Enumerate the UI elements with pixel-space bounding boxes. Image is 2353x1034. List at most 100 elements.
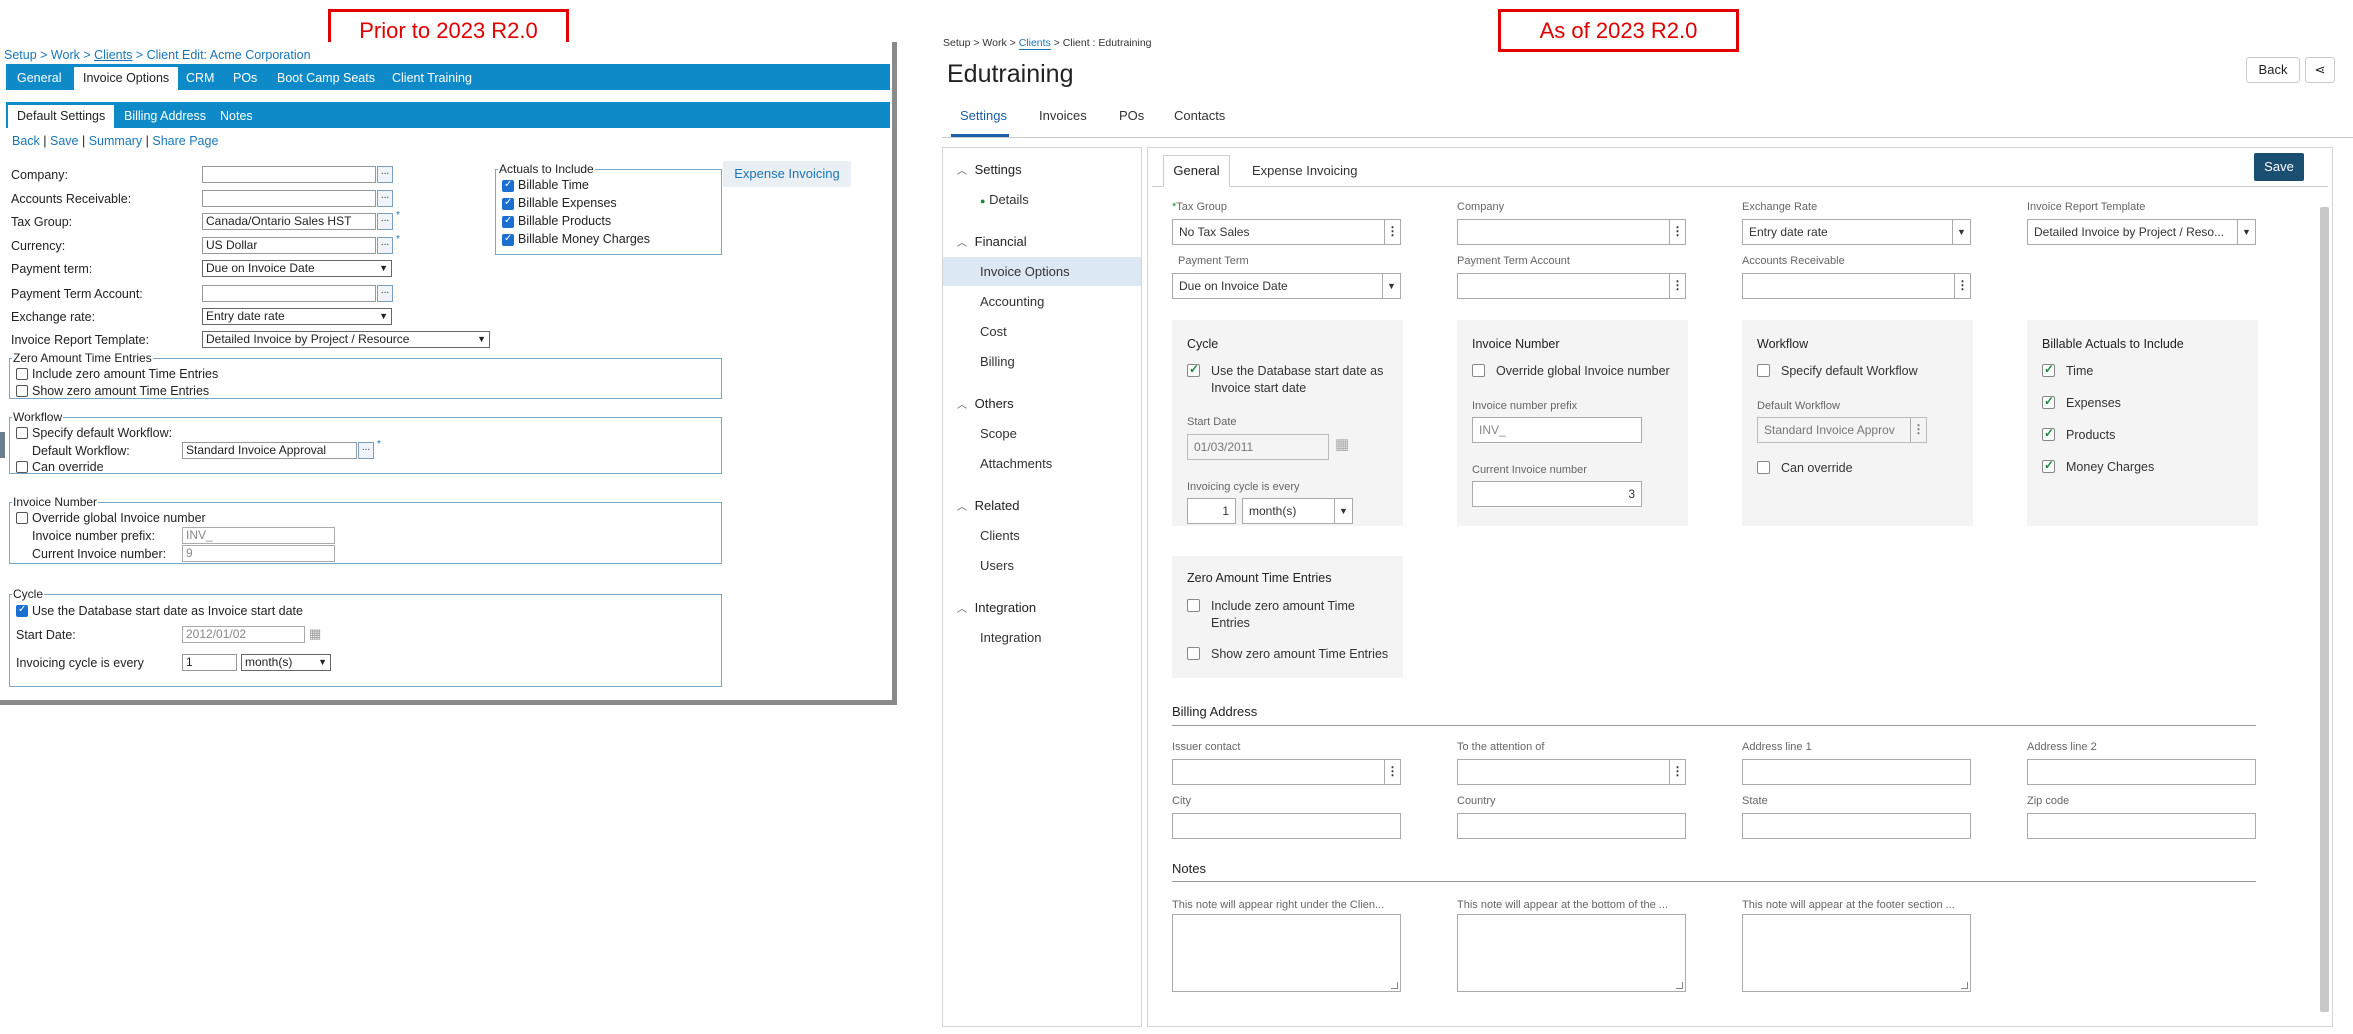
nav-group-related[interactable]: ︿ Related (957, 498, 1019, 513)
tax-group-picker-button[interactable]: ... (377, 213, 393, 230)
subtab-billing-address[interactable]: Billing Address (115, 105, 215, 128)
ar-picker-button[interactable]: ... (377, 190, 393, 207)
current-invoice-input[interactable]: 3 (1472, 481, 1642, 507)
bc-clients-link[interactable]: Clients (1018, 37, 1051, 50)
more-vertical-icon[interactable]: ⋮ (1954, 274, 1970, 298)
cycle-unit-select[interactable]: month(s) ▼ (1242, 498, 1353, 524)
sidebar-item-integration[interactable]: Integration (980, 630, 1041, 645)
billable-expenses-checkbox[interactable] (502, 197, 514, 210)
ar-input[interactable] (202, 190, 376, 207)
show-zero-checkbox[interactable] (16, 385, 28, 397)
payment-term-account-input[interactable]: ⋮ (1457, 273, 1686, 299)
default-workflow-input[interactable]: Standard Invoice Approval (182, 442, 357, 459)
country-input[interactable] (1457, 813, 1686, 839)
payment-term-account-picker-button[interactable]: ... (377, 285, 393, 302)
more-vertical-icon[interactable]: ⋮ (1384, 760, 1400, 784)
tab-boot-camp-seats[interactable]: Boot Camp Seats (268, 67, 384, 90)
company-input[interactable] (202, 166, 376, 183)
subtab-notes[interactable]: Notes (211, 105, 262, 128)
sidebar-item-scope[interactable]: Scope (980, 426, 1017, 441)
note-3-textarea[interactable] (1742, 914, 1971, 992)
nav-group-settings[interactable]: ︿ Settings (957, 162, 1022, 177)
cycle-count-input[interactable]: 1 (1187, 498, 1236, 524)
side-collapse-handle[interactable] (0, 432, 5, 458)
note-1-textarea[interactable] (1172, 914, 1401, 992)
include-zero-checkbox[interactable] (1187, 599, 1200, 612)
calendar-icon[interactable]: ▦ (309, 626, 321, 642)
default-workflow-picker-button[interactable]: ... (358, 442, 374, 459)
more-vertical-icon[interactable]: ⋮ (1669, 220, 1685, 244)
show-zero-checkbox[interactable] (1187, 647, 1200, 660)
note-2-textarea[interactable] (1457, 914, 1686, 992)
subtab-default-settings[interactable]: Default Settings (8, 105, 115, 128)
invoice-report-template-select[interactable]: Detailed Invoice by Project / Resource ▼ (202, 331, 490, 348)
company-picker-button[interactable]: ... (377, 166, 393, 183)
default-workflow-input[interactable]: Standard Invoice Approv ⋮ (1757, 417, 1927, 443)
tab-general[interactable]: General (8, 67, 70, 90)
billable-time-checkbox[interactable] (502, 179, 514, 192)
sidebar-item-attachments[interactable]: Attachments (980, 456, 1052, 471)
payment-term-account-input[interactable] (202, 285, 376, 302)
zip-code-input[interactable] (2027, 813, 2256, 839)
expenses-checkbox[interactable] (2042, 394, 2055, 409)
more-vertical-icon[interactable]: ⋮ (1910, 418, 1926, 442)
calendar-icon[interactable]: ▦ (1335, 435, 1349, 453)
billable-products-checkbox[interactable] (502, 215, 514, 228)
sidebar-item-clients[interactable]: Clients (980, 528, 1020, 543)
save-button[interactable]: Save (2254, 153, 2304, 181)
bc-clients-link[interactable]: Clients (94, 48, 132, 62)
share-page-link[interactable]: Share Page (152, 134, 218, 148)
sidebar-item-users[interactable]: Users (980, 558, 1014, 573)
specify-workflow-checkbox[interactable] (1757, 364, 1770, 377)
bc-setup[interactable]: Setup (4, 48, 37, 62)
address-line-2-input[interactable] (2027, 759, 2256, 785)
bc-work[interactable]: Work (51, 48, 80, 62)
use-db-start-date-checkbox[interactable] (16, 604, 28, 617)
tab-client-training[interactable]: Client Training (383, 67, 481, 90)
subtab-expense-invoicing[interactable]: Expense Invoicing (1252, 163, 1358, 178)
tab-contacts[interactable]: Contacts (1174, 108, 1225, 123)
company-input[interactable]: ⋮ (1457, 219, 1686, 245)
tab-crm[interactable]: CRM (177, 67, 223, 90)
save-link[interactable]: Save (50, 134, 79, 148)
sidebar-item-accounting[interactable]: Accounting (980, 294, 1044, 309)
currency-picker-button[interactable]: ... (377, 237, 393, 254)
current-invoice-input[interactable]: 9 (182, 545, 335, 562)
scrollbar[interactable] (2320, 207, 2329, 1012)
expense-invoicing-button[interactable]: Expense Invoicing (723, 161, 851, 187)
nav-group-others[interactable]: ︿ Others (957, 396, 1014, 411)
sidebar-item-billing[interactable]: Billing (980, 354, 1015, 369)
sidebar-item-details[interactable]: ● Details (980, 192, 1029, 207)
back-link[interactable]: Back (12, 134, 40, 148)
more-vertical-icon[interactable]: ⋮ (1669, 760, 1685, 784)
money-charges-checkbox[interactable] (2042, 458, 2055, 473)
cycle-unit-select[interactable]: month(s) ▼ (241, 654, 331, 671)
tab-invoices[interactable]: Invoices (1039, 108, 1087, 123)
override-invoice-number-checkbox[interactable] (16, 512, 28, 524)
start-date-input[interactable]: 2012/01/02 (182, 626, 305, 643)
ar-input[interactable]: ⋮ (1742, 273, 1971, 299)
sidebar-item-invoice-options[interactable]: Invoice Options (980, 264, 1070, 279)
summary-link[interactable]: Summary (89, 134, 142, 148)
invoice-report-template-select[interactable]: Detailed Invoice by Project / Reso... ▼ (2027, 219, 2256, 245)
tax-group-input[interactable]: Canada/Ontario Sales HST (202, 213, 376, 230)
can-override-checkbox[interactable] (1757, 461, 1770, 474)
share-button[interactable]: ⋖ (2305, 57, 2335, 83)
payment-term-select[interactable]: Due on Invoice Date ▼ (1172, 273, 1401, 299)
sidebar-item-cost[interactable]: Cost (980, 324, 1007, 339)
nav-group-integration[interactable]: ︿ Integration (957, 600, 1036, 615)
specify-workflow-checkbox[interactable] (16, 427, 28, 439)
tab-pos[interactable]: POs (1119, 108, 1144, 123)
override-invoice-number-checkbox[interactable] (1472, 364, 1485, 377)
issuer-contact-input[interactable]: ⋮ (1172, 759, 1401, 785)
exchange-rate-select[interactable]: Entry date rate ▼ (1742, 219, 1971, 245)
can-override-checkbox[interactable] (16, 461, 28, 473)
include-zero-checkbox[interactable] (16, 368, 28, 380)
back-button[interactable]: Back (2246, 57, 2300, 83)
bc-work[interactable]: Work (982, 37, 1006, 49)
address-line-1-input[interactable] (1742, 759, 1971, 785)
tab-settings[interactable]: Settings (960, 108, 1007, 123)
billable-money-charges-checkbox[interactable] (502, 233, 514, 246)
cycle-count-input[interactable]: 1 (182, 654, 237, 671)
tax-group-input[interactable]: No Tax Sales ⋮ (1172, 219, 1401, 245)
